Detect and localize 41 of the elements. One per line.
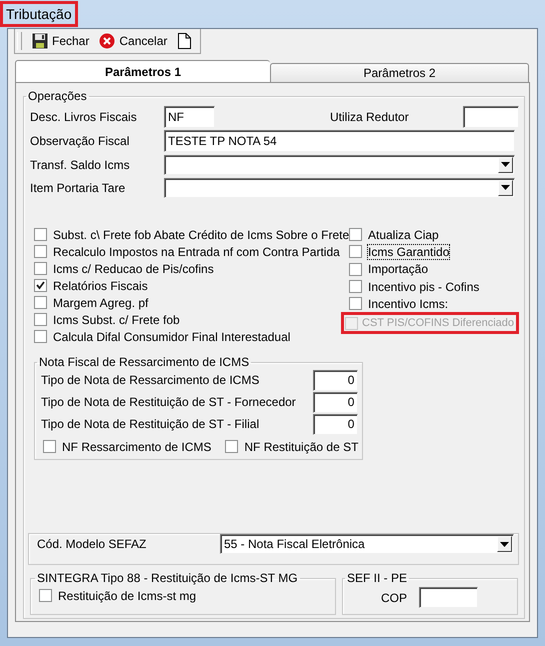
checkbox-label: Incentivo pis - Cofins [368, 280, 480, 294]
input-field[interactable]: TESTE TP NOTA 54 [164, 130, 515, 152]
checkbox-label: Calcula Difal Consumidor Final Interestadual [53, 330, 290, 344]
dropdown[interactable]: 55 - Nota Fiscal Eletrônica [220, 534, 514, 554]
checkbox-label: Relatórios Fiscais [53, 278, 148, 292]
input-field[interactable]: NF [164, 106, 215, 128]
field-label: Cód. Modelo SEFAZ [37, 537, 148, 551]
checkbox-label: Recalculo Impostos na Entrada nf com Contra Partida [53, 244, 340, 258]
checkbox-label: Icms Garantido [368, 244, 450, 259]
toolbar-button[interactable]: Fechar [30, 33, 92, 49]
field-label: COP [381, 590, 408, 604]
toolbar-button[interactable]: Cancelar [97, 33, 170, 49]
checkbox-label: NF Ressarcimento de ICMS [62, 440, 212, 454]
field-label: Observação Fiscal [30, 134, 130, 148]
checkbox-label: CST PIS/COFINS Diferenciado [362, 317, 514, 330]
checkbox-label: Icms Subst. c/ Frete fob [53, 312, 180, 326]
group-title: Operações [27, 89, 88, 103]
checkbox-label: Atualiza Ciap [368, 228, 439, 242]
window-title: Tributação [0, 1, 78, 27]
input-field[interactable]: 0 [313, 392, 358, 412]
field-label: Tipo de Nota de Ressarcimento de ICMS [41, 373, 260, 387]
checkbox-label: Icms c/ Reducao de Pis/cofins [53, 262, 214, 276]
field-label: Tipo de Nota de Restituição de ST - Filial [41, 417, 260, 431]
input-field[interactable]: 0 [313, 414, 358, 434]
group-title: SINTEGRA Tipo 88 - Restituição de Icms-ST MG [36, 571, 299, 585]
checkbox-label: Subst. c\ Frete fob Abate Crédito de Icms Sobre o Frete [53, 228, 350, 242]
field-label: Transf. Saldo Icms [30, 158, 131, 172]
checkbox-label: Importação [368, 262, 428, 276]
field-label: Utiliza Redutor [330, 110, 409, 124]
field-label: Tipo de Nota de Restituição de ST - Fornecedor [41, 395, 296, 409]
group-title: Nota Fiscal de Ressarcimento de ICMS [38, 355, 250, 369]
checkbox-label: NF Restituição de ST [244, 440, 358, 454]
checkbox-label: Margem Agreg. pf [53, 296, 148, 310]
checkbox-label: Restituição de Icms-st mg [58, 588, 196, 602]
group-title: SEF II - PE [346, 571, 408, 585]
checkbox-label: Incentivo Icms: [368, 296, 448, 311]
tab[interactable]: Parâmetros 2 [270, 63, 529, 82]
field-label: Item Portaria Tare [30, 180, 126, 194]
field-label: Desc. Livros Fiscais [30, 110, 138, 124]
tab[interactable]: Parâmetros 1 [15, 60, 270, 82]
input-field[interactable]: 0 [313, 370, 358, 390]
